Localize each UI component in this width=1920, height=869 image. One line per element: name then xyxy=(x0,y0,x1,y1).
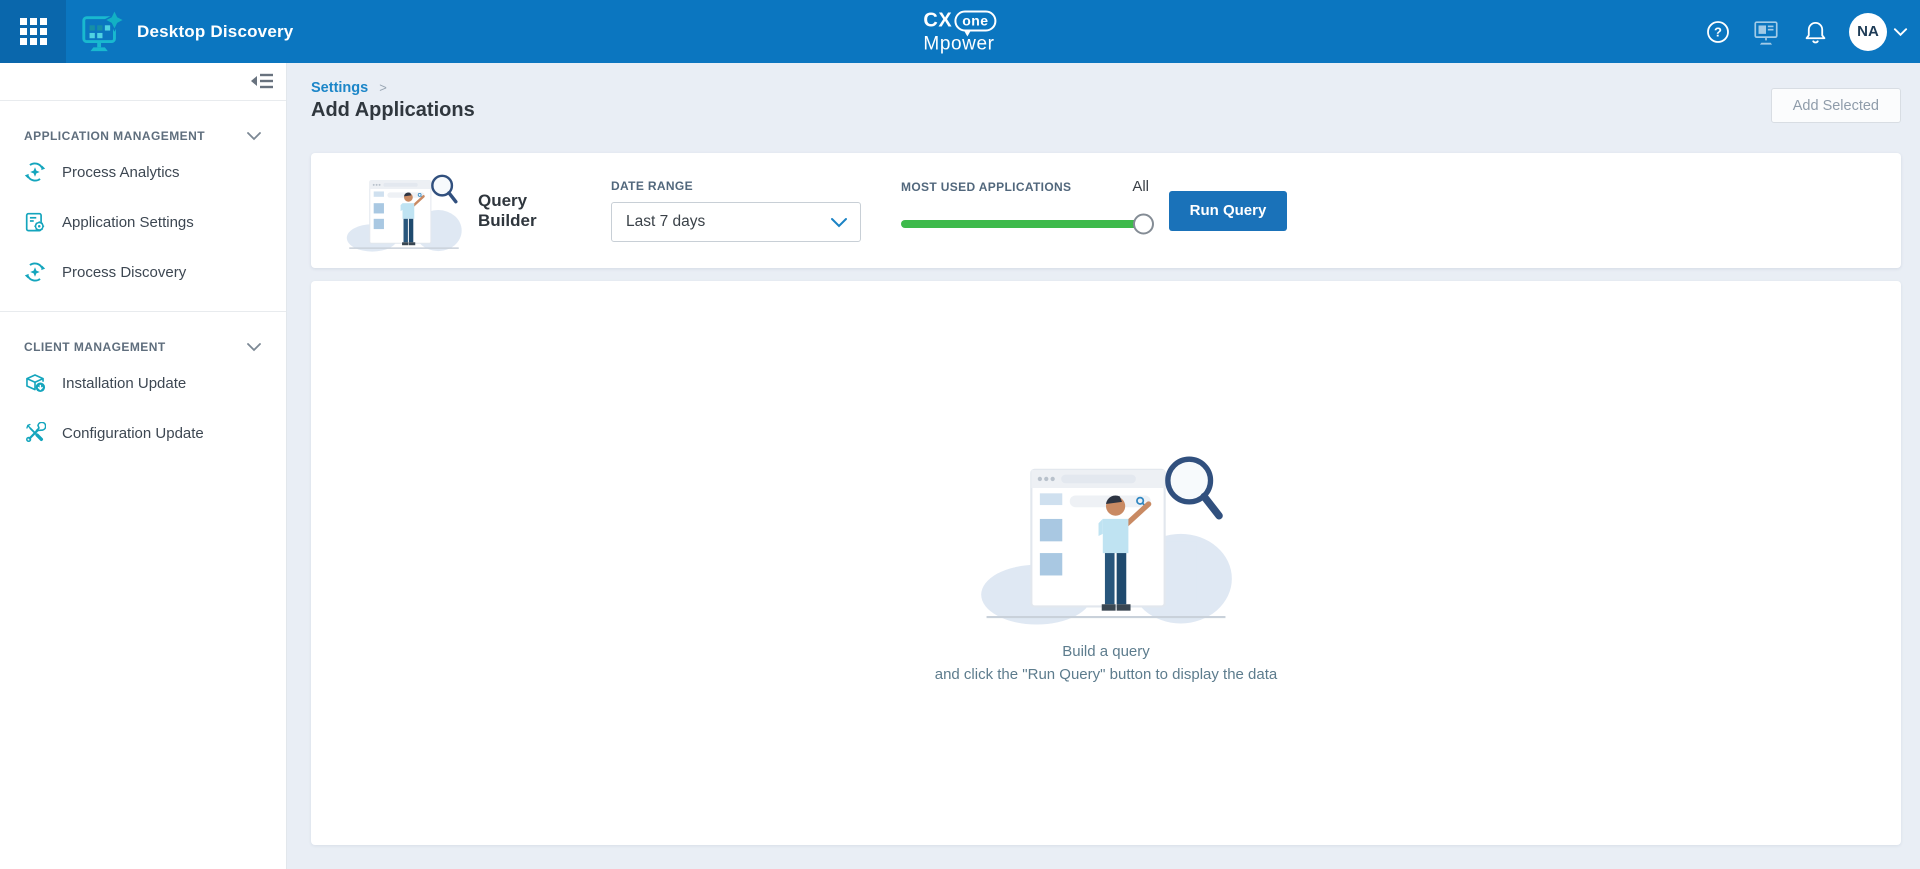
process-analytics-icon xyxy=(24,161,46,183)
empty-state-message: Build a query and click the "Run Query" … xyxy=(935,640,1278,686)
sidebar-item-label: Configuration Update xyxy=(62,425,204,442)
breadcrumb: Settings > xyxy=(311,80,1920,96)
page-header: Settings > Add Applications Add Selected xyxy=(287,63,1920,153)
main-content: Settings > Add Applications Add Selected xyxy=(287,63,1920,869)
date-range-value: Last 7 days xyxy=(626,213,830,231)
breadcrumb-settings-link[interactable]: Settings xyxy=(311,80,368,96)
most-used-applications-group: MOST USED APPLICATIONS All xyxy=(901,178,1151,244)
empty-state-line1: Build a query xyxy=(935,640,1278,663)
sidebar-item-application-settings[interactable]: Application Settings xyxy=(0,197,286,247)
sidebar-item-installation-update[interactable]: Installation Update xyxy=(0,358,286,408)
sidebar-divider xyxy=(0,311,286,312)
top-bar: Desktop Discovery CXone Mpower ? xyxy=(0,0,1920,63)
date-range-label: DATE RANGE xyxy=(611,179,861,193)
logo-one-bubble: one xyxy=(954,10,996,31)
sidebar-collapse-row xyxy=(0,63,286,101)
breadcrumb-separator: > xyxy=(379,80,387,95)
logo-mpower: Mpower xyxy=(923,34,996,53)
query-builder-title: Query Builder xyxy=(478,191,590,231)
app-launcher-grid-icon xyxy=(20,18,47,45)
page-title: Add Applications xyxy=(311,99,1920,122)
desktop-discovery-app-icon xyxy=(79,9,125,55)
svg-text:?: ? xyxy=(1714,24,1722,39)
query-builder-illustration xyxy=(345,167,463,255)
results-empty-state-card: Build a query and click the "Run Query" … xyxy=(311,281,1901,845)
process-discovery-icon xyxy=(24,261,46,283)
cxone-mpower-logo: CXone Mpower xyxy=(923,10,996,53)
slider-value-label: All xyxy=(1132,178,1149,195)
presentation-icon[interactable] xyxy=(1752,18,1780,46)
sidebar: APPLICATION MANAGEMENT Process Analytics xyxy=(0,63,287,869)
topbar-actions: ? NA xyxy=(1706,13,1920,51)
chevron-down-icon xyxy=(246,342,262,352)
sidebar-item-process-discovery[interactable]: Process Discovery xyxy=(0,247,286,297)
sidebar-item-configuration-update[interactable]: Configuration Update xyxy=(0,408,286,458)
sidebar-item-label: Process Analytics xyxy=(62,164,180,181)
most-used-applications-label: MOST USED APPLICATIONS xyxy=(901,180,1071,194)
chevron-down-icon xyxy=(830,217,848,228)
section-label: CLIENT MANAGEMENT xyxy=(24,340,166,354)
empty-state-line2: and click the "Run Query" button to disp… xyxy=(935,663,1278,686)
collapse-sidebar-icon[interactable] xyxy=(250,71,274,96)
most-used-applications-slider[interactable] xyxy=(901,220,1151,228)
app-launcher-button[interactable] xyxy=(0,0,66,63)
slider-handle[interactable] xyxy=(1133,213,1154,234)
account-chevron-down-icon[interactable] xyxy=(1893,27,1908,37)
bell-icon[interactable] xyxy=(1804,20,1827,44)
empty-state-illustration xyxy=(956,440,1256,632)
logo-cx: CX xyxy=(923,11,952,31)
avatar[interactable]: NA xyxy=(1849,13,1887,51)
add-selected-button[interactable]: Add Selected xyxy=(1771,88,1901,123)
sidebar-item-label: Application Settings xyxy=(62,214,194,231)
sidebar-item-label: Installation Update xyxy=(62,375,186,392)
run-query-button[interactable]: Run Query xyxy=(1169,191,1287,231)
app-identity: Desktop Discovery xyxy=(79,9,293,55)
section-label: APPLICATION MANAGEMENT xyxy=(24,129,205,143)
installation-update-icon xyxy=(24,372,46,394)
sidebar-section-client-management[interactable]: CLIENT MANAGEMENT xyxy=(24,340,262,354)
query-builder-card: Query Builder DATE RANGE Last 7 days MOS… xyxy=(311,153,1901,268)
configuration-update-icon xyxy=(24,422,46,444)
sidebar-item-process-analytics[interactable]: Process Analytics xyxy=(0,147,286,197)
date-range-dropdown[interactable]: Last 7 days xyxy=(611,202,861,242)
date-range-group: DATE RANGE Last 7 days xyxy=(611,179,861,242)
app-title: Desktop Discovery xyxy=(137,22,293,42)
application-settings-icon xyxy=(24,211,46,233)
sidebar-item-label: Process Discovery xyxy=(62,264,186,281)
chevron-down-icon xyxy=(246,131,262,141)
help-icon[interactable]: ? xyxy=(1706,20,1730,44)
sidebar-section-application-management[interactable]: APPLICATION MANAGEMENT xyxy=(24,129,262,143)
